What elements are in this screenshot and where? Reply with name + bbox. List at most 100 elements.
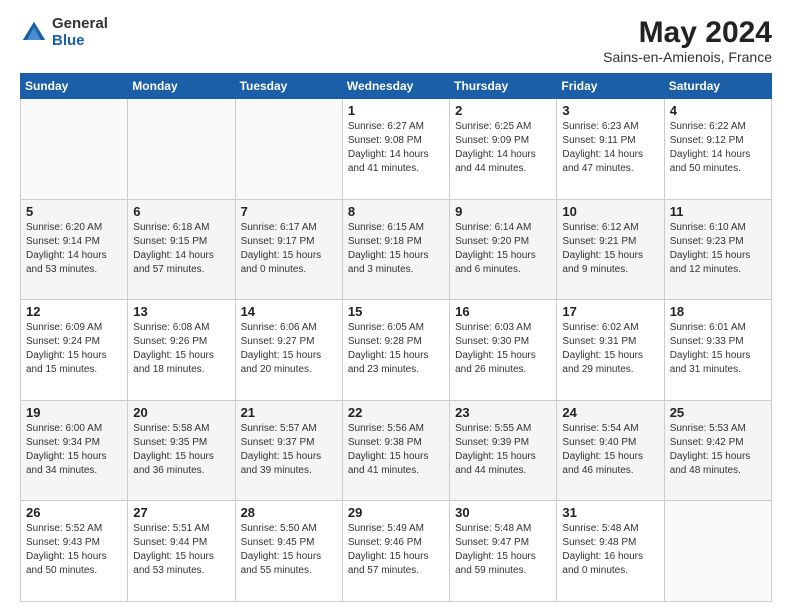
day-number: 10 bbox=[562, 204, 658, 219]
calendar-cell-r2-c0: 12 Sunrise: 6:09 AM Sunset: 9:24 PM Dayli… bbox=[21, 300, 128, 401]
day-info: Sunrise: 6:23 AM Sunset: 9:11 PM Dayligh… bbox=[562, 120, 658, 176]
day-info: Sunrise: 6:22 AM Sunset: 9:12 PM Dayligh… bbox=[670, 120, 766, 176]
calendar-header-friday: Friday bbox=[557, 74, 664, 99]
calendar-cell-r3-c1: 20 Sunrise: 5:58 AM Sunset: 9:35 PM Dayli… bbox=[128, 400, 235, 501]
title-location: Sains-en-Amienois, France bbox=[603, 49, 772, 65]
calendar-row-4: 26 Sunrise: 5:52 AM Sunset: 9:43 PM Dayli… bbox=[21, 501, 772, 602]
day-number: 6 bbox=[133, 204, 229, 219]
day-number: 3 bbox=[562, 103, 658, 118]
day-number: 30 bbox=[455, 505, 551, 520]
day-info: Sunrise: 6:06 AM Sunset: 9:27 PM Dayligh… bbox=[241, 321, 337, 377]
day-info: Sunrise: 6:18 AM Sunset: 9:15 PM Dayligh… bbox=[133, 221, 229, 277]
day-number: 29 bbox=[348, 505, 444, 520]
day-number: 21 bbox=[241, 405, 337, 420]
calendar-cell-r3-c0: 19Sunrise: 6:00 AM Sunset: 9:34 PM Dayli… bbox=[21, 400, 128, 501]
calendar-cell-r2-c6: 18Sunrise: 6:01 AM Sunset: 9:33 PM Dayli… bbox=[664, 300, 771, 401]
calendar-cell-r0-c5: 3 Sunrise: 6:23 AM Sunset: 9:11 PM Daylig… bbox=[557, 99, 664, 200]
day-number: 9 bbox=[455, 204, 551, 219]
day-number: 22 bbox=[348, 405, 444, 420]
calendar-cell-r0-c1 bbox=[128, 99, 235, 200]
calendar-cell-r1-c0: 5 Sunrise: 6:20 AM Sunset: 9:14 PM Daylig… bbox=[21, 199, 128, 300]
day-info: Sunrise: 6:15 AM Sunset: 9:18 PM Dayligh… bbox=[348, 221, 444, 277]
day-info: Sunrise: 6:20 AM Sunset: 9:14 PM Dayligh… bbox=[26, 221, 122, 277]
day-info: Sunrise: 6:03 AM Sunset: 9:30 PM Dayligh… bbox=[455, 321, 551, 377]
calendar-cell-r1-c5: 10 Sunrise: 6:12 AM Sunset: 9:21 PM Dayli… bbox=[557, 199, 664, 300]
calendar-cell-r0-c4: 2 Sunrise: 6:25 AM Sunset: 9:09 PM Daylig… bbox=[450, 99, 557, 200]
calendar-cell-r2-c5: 17 Sunrise: 6:02 AM Sunset: 9:31 PM Dayli… bbox=[557, 300, 664, 401]
calendar-cell-r3-c2: 21 Sunrise: 5:57 AM Sunset: 9:37 PM Dayli… bbox=[235, 400, 342, 501]
calendar-cell-r0-c2 bbox=[235, 99, 342, 200]
day-info: Sunrise: 6:09 AM Sunset: 9:24 PM Dayligh… bbox=[26, 321, 122, 377]
day-info: Sunrise: 6:17 AM Sunset: 9:17 PM Dayligh… bbox=[241, 221, 337, 277]
day-info: Sunrise: 5:51 AM Sunset: 9:44 PM Dayligh… bbox=[133, 522, 229, 578]
day-number: 28 bbox=[241, 505, 337, 520]
calendar-cell-r1-c4: 9 Sunrise: 6:14 AM Sunset: 9:20 PM Daylig… bbox=[450, 199, 557, 300]
calendar-header-sunday: Sunday bbox=[21, 74, 128, 99]
day-info: Sunrise: 5:57 AM Sunset: 9:37 PM Dayligh… bbox=[241, 422, 337, 478]
calendar-cell-r0-c0 bbox=[21, 99, 128, 200]
day-number: 24 bbox=[562, 405, 658, 420]
day-info: Sunrise: 6:02 AM Sunset: 9:31 PM Dayligh… bbox=[562, 321, 658, 377]
page: General Blue May 2024 Sains-en-Amienois,… bbox=[0, 0, 792, 612]
day-info: Sunrise: 6:01 AM Sunset: 9:33 PM Dayligh… bbox=[670, 321, 766, 377]
calendar-cell-r3-c4: 23Sunrise: 5:55 AM Sunset: 9:39 PM Dayli… bbox=[450, 400, 557, 501]
day-info: Sunrise: 6:14 AM Sunset: 9:20 PM Dayligh… bbox=[455, 221, 551, 277]
day-info: Sunrise: 5:49 AM Sunset: 9:46 PM Dayligh… bbox=[348, 522, 444, 578]
calendar-cell-r2-c4: 16 Sunrise: 6:03 AM Sunset: 9:30 PM Dayli… bbox=[450, 300, 557, 401]
calendar-header-tuesday: Tuesday bbox=[235, 74, 342, 99]
day-info: Sunrise: 6:05 AM Sunset: 9:28 PM Dayligh… bbox=[348, 321, 444, 377]
calendar-row-3: 19Sunrise: 6:00 AM Sunset: 9:34 PM Dayli… bbox=[21, 400, 772, 501]
logo-text: General Blue bbox=[52, 16, 108, 49]
day-info: Sunrise: 5:54 AM Sunset: 9:40 PM Dayligh… bbox=[562, 422, 658, 478]
logo-icon bbox=[20, 19, 48, 47]
calendar-cell-r4-c4: 30 Sunrise: 5:48 AM Sunset: 9:47 PM Dayli… bbox=[450, 501, 557, 602]
calendar-cell-r4-c5: 31 Sunrise: 5:48 AM Sunset: 9:48 PM Dayli… bbox=[557, 501, 664, 602]
day-number: 1 bbox=[348, 103, 444, 118]
day-number: 31 bbox=[562, 505, 658, 520]
day-number: 11 bbox=[670, 204, 766, 219]
day-number: 23 bbox=[455, 405, 551, 420]
calendar-cell-r4-c1: 27 Sunrise: 5:51 AM Sunset: 9:44 PM Dayli… bbox=[128, 501, 235, 602]
day-info: Sunrise: 5:48 AM Sunset: 9:47 PM Dayligh… bbox=[455, 522, 551, 578]
calendar-cell-r3-c6: 25Sunrise: 5:53 AM Sunset: 9:42 PM Dayli… bbox=[664, 400, 771, 501]
logo: General Blue bbox=[20, 16, 108, 49]
day-number: 26 bbox=[26, 505, 122, 520]
day-number: 8 bbox=[348, 204, 444, 219]
day-info: Sunrise: 5:53 AM Sunset: 9:42 PM Dayligh… bbox=[670, 422, 766, 478]
calendar-cell-r2-c3: 15 Sunrise: 6:05 AM Sunset: 9:28 PM Dayli… bbox=[342, 300, 449, 401]
day-info: Sunrise: 6:25 AM Sunset: 9:09 PM Dayligh… bbox=[455, 120, 551, 176]
calendar-cell-r4-c0: 26 Sunrise: 5:52 AM Sunset: 9:43 PM Dayli… bbox=[21, 501, 128, 602]
calendar-table: SundayMondayTuesdayWednesdayThursdayFrid… bbox=[20, 73, 772, 602]
day-number: 15 bbox=[348, 304, 444, 319]
day-number: 17 bbox=[562, 304, 658, 319]
title-month: May 2024 bbox=[603, 16, 772, 49]
day-info: Sunrise: 5:50 AM Sunset: 9:45 PM Dayligh… bbox=[241, 522, 337, 578]
day-info: Sunrise: 6:12 AM Sunset: 9:21 PM Dayligh… bbox=[562, 221, 658, 277]
day-number: 27 bbox=[133, 505, 229, 520]
calendar-header-row: SundayMondayTuesdayWednesdayThursdayFrid… bbox=[21, 74, 772, 99]
day-number: 12 bbox=[26, 304, 122, 319]
calendar-cell-r1-c1: 6 Sunrise: 6:18 AM Sunset: 9:15 PM Daylig… bbox=[128, 199, 235, 300]
calendar-cell-r2-c2: 14 Sunrise: 6:06 AM Sunset: 9:27 PM Dayli… bbox=[235, 300, 342, 401]
day-info: Sunrise: 5:48 AM Sunset: 9:48 PM Dayligh… bbox=[562, 522, 658, 578]
calendar-row-1: 5 Sunrise: 6:20 AM Sunset: 9:14 PM Daylig… bbox=[21, 199, 772, 300]
day-number: 2 bbox=[455, 103, 551, 118]
day-number: 20 bbox=[133, 405, 229, 420]
header: General Blue May 2024 Sains-en-Amienois,… bbox=[20, 16, 772, 65]
logo-general-text: General bbox=[52, 16, 108, 33]
calendar-cell-r4-c3: 29 Sunrise: 5:49 AM Sunset: 9:46 PM Dayli… bbox=[342, 501, 449, 602]
calendar-header-thursday: Thursday bbox=[450, 74, 557, 99]
calendar-header-monday: Monday bbox=[128, 74, 235, 99]
calendar-header-wednesday: Wednesday bbox=[342, 74, 449, 99]
calendar-cell-r1-c2: 7Sunrise: 6:17 AM Sunset: 9:17 PM Daylig… bbox=[235, 199, 342, 300]
day-info: Sunrise: 6:08 AM Sunset: 9:26 PM Dayligh… bbox=[133, 321, 229, 377]
calendar-cell-r2-c1: 13Sunrise: 6:08 AM Sunset: 9:26 PM Dayli… bbox=[128, 300, 235, 401]
day-number: 14 bbox=[241, 304, 337, 319]
calendar-cell-r0-c3: 1Sunrise: 6:27 AM Sunset: 9:08 PM Daylig… bbox=[342, 99, 449, 200]
day-number: 16 bbox=[455, 304, 551, 319]
day-info: Sunrise: 5:52 AM Sunset: 9:43 PM Dayligh… bbox=[26, 522, 122, 578]
day-number: 5 bbox=[26, 204, 122, 219]
day-info: Sunrise: 5:58 AM Sunset: 9:35 PM Dayligh… bbox=[133, 422, 229, 478]
calendar-cell-r4-c2: 28 Sunrise: 5:50 AM Sunset: 9:45 PM Dayli… bbox=[235, 501, 342, 602]
day-info: Sunrise: 6:10 AM Sunset: 9:23 PM Dayligh… bbox=[670, 221, 766, 277]
